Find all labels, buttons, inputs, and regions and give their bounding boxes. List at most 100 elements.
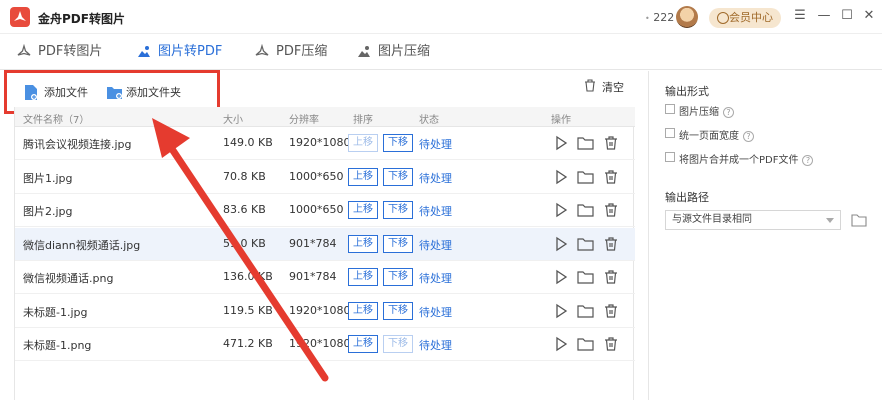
file-resolution: 1920*1080: [289, 303, 351, 317]
status-text: 待处理: [419, 238, 452, 252]
folder-icon[interactable]: [577, 336, 594, 352]
move-up-button[interactable]: 上移: [348, 335, 378, 353]
trash-icon[interactable]: [603, 336, 619, 352]
trash-icon[interactable]: [603, 135, 619, 151]
image-convert-icon: [138, 46, 150, 57]
folder-icon[interactable]: [577, 236, 594, 252]
output-format-title: 输出形式: [665, 85, 709, 98]
move-up-button[interactable]: 上移: [348, 301, 378, 320]
file-resolution: 1920*1080: [289, 337, 351, 350]
chevron-down-icon: [826, 218, 834, 223]
table-header: 文件名称（7） 大小 分辨率 排序 状态 操作: [15, 107, 635, 127]
header-status: 状态: [419, 115, 439, 126]
file-resolution: 1920*1080: [289, 136, 351, 149]
checkbox[interactable]: [665, 104, 675, 114]
play-icon[interactable]: [553, 269, 569, 285]
trash-icon[interactable]: [603, 169, 619, 185]
move-up-button[interactable]: 上移: [348, 167, 378, 186]
table-row[interactable]: 腾讯会议视频连接.jpg 149.0 KB 1920*1080 上移 下移 待处…: [15, 127, 635, 160]
header-resolution: 分辨率: [289, 115, 319, 126]
avatar[interactable]: [676, 6, 698, 28]
tab-image-compress[interactable]: 图片压缩: [356, 43, 430, 63]
trash-icon[interactable]: [603, 236, 619, 252]
move-down-button[interactable]: 下移: [383, 234, 413, 253]
file-size: 136.0 KB: [223, 270, 273, 283]
file-size: 83.6 KB: [223, 203, 266, 216]
option-image-compress[interactable]: 图片压缩?: [665, 103, 734, 118]
file-name: 图片1.jpg: [23, 171, 73, 185]
play-icon[interactable]: [553, 236, 569, 252]
play-icon[interactable]: [553, 135, 569, 151]
move-up-button[interactable]: 上移: [348, 268, 378, 286]
tab-image-to-pdf[interactable]: 图片转PDF: [136, 43, 222, 63]
checkbox[interactable]: [665, 152, 675, 162]
checkbox[interactable]: [665, 128, 675, 138]
folder-icon[interactable]: [577, 169, 594, 185]
folder-icon[interactable]: [577, 202, 594, 218]
header-actions: 操作: [551, 115, 571, 126]
status-text: 待处理: [419, 138, 452, 151]
status-text: 待处理: [419, 171, 452, 185]
move-down-button[interactable]: 下移: [383, 201, 413, 219]
pdf-convert-icon: [17, 44, 31, 56]
folder-icon[interactable]: [577, 135, 594, 151]
file-name: 腾讯会议视频连接.jpg: [23, 138, 132, 151]
app-logo-icon: [10, 7, 30, 27]
help-icon[interactable]: ?: [802, 154, 814, 166]
move-down-button[interactable]: 下移: [383, 167, 413, 186]
vip-center-button[interactable]: 会员中心: [709, 8, 781, 28]
file-size: 70.8 KB: [223, 169, 266, 183]
title-bar: 金舟PDF转图片 • 222 会员中心 ☰ — ☐ ✕: [0, 0, 882, 34]
play-icon[interactable]: [553, 303, 569, 319]
file-size: 59.0 KB: [223, 236, 266, 250]
header-size: 大小: [223, 115, 243, 126]
trash-icon[interactable]: [603, 303, 619, 319]
move-up-button[interactable]: 上移: [348, 234, 378, 253]
image-compress-icon: [358, 46, 370, 57]
file-name: 图片2.jpg: [23, 205, 73, 218]
trash-icon[interactable]: [603, 202, 619, 218]
mode-tabs: PDF转图片 图片转PDF PDF压缩 图片压缩: [0, 34, 882, 70]
output-path-select[interactable]: 与源文件目录相同: [665, 210, 841, 230]
clear-button[interactable]: 清空: [584, 79, 624, 95]
minimize-icon[interactable]: —: [817, 9, 831, 23]
table-row[interactable]: 未标题-1.jpg 119.5 KB 1920*1080 上移 下移 待处理: [15, 295, 635, 328]
move-up-button[interactable]: 上移: [348, 134, 378, 152]
menu-icon[interactable]: ☰: [793, 9, 807, 23]
help-icon[interactable]: ?: [743, 130, 754, 142]
trash-icon[interactable]: [603, 269, 619, 285]
file-size: 149.0 KB: [223, 136, 273, 149]
folder-icon[interactable]: [577, 269, 594, 285]
status-text: 待处理: [419, 305, 452, 319]
app-title: 金舟PDF转图片: [38, 12, 125, 26]
file-resolution: 1000*650: [289, 169, 344, 183]
option-uniform-width[interactable]: 统一页面宽度?: [665, 127, 754, 142]
folder-icon[interactable]: [851, 213, 867, 227]
move-up-button[interactable]: 上移: [348, 201, 378, 219]
trash-icon: [585, 79, 595, 92]
move-down-button[interactable]: 下移: [383, 268, 413, 286]
file-resolution: 1000*650: [289, 203, 344, 216]
table-row[interactable]: 图片2.jpg 83.6 KB 1000*650 上移 下移 待处理: [15, 194, 635, 227]
close-icon[interactable]: ✕: [862, 9, 876, 23]
play-icon[interactable]: [553, 336, 569, 352]
move-down-button[interactable]: 下移: [383, 335, 413, 353]
table-row[interactable]: 微信diann视频通话.jpg 59.0 KB 901*784 上移 下移 待处…: [15, 227, 635, 261]
option-merge-pdf[interactable]: 将图片合并成一个PDF文件?: [665, 151, 814, 166]
play-icon[interactable]: [553, 202, 569, 218]
table-row[interactable]: 图片1.jpg 70.8 KB 1000*650 上移 下移 待处理: [15, 161, 635, 194]
help-icon[interactable]: ?: [723, 106, 734, 118]
tab-pdf-compress[interactable]: PDF压缩: [254, 43, 327, 63]
table-row[interactable]: 微信视频通话.png 136.0 KB 901*784 上移 下移 待处理: [15, 261, 635, 294]
play-icon[interactable]: [553, 169, 569, 185]
table-row[interactable]: 未标题-1.png 471.2 KB 1920*1080 上移 下移 待处理: [15, 328, 635, 361]
move-down-button[interactable]: 下移: [383, 301, 413, 320]
output-path-title: 输出路径: [665, 191, 709, 204]
folder-icon[interactable]: [577, 303, 594, 319]
tab-pdf-to-image[interactable]: PDF转图片: [16, 43, 102, 63]
maximize-icon[interactable]: ☐: [840, 9, 854, 23]
header-order: 排序: [353, 115, 373, 126]
move-down-button[interactable]: 下移: [383, 134, 413, 152]
vip-label: 会员中心: [729, 11, 773, 24]
status-text: 待处理: [419, 205, 452, 218]
